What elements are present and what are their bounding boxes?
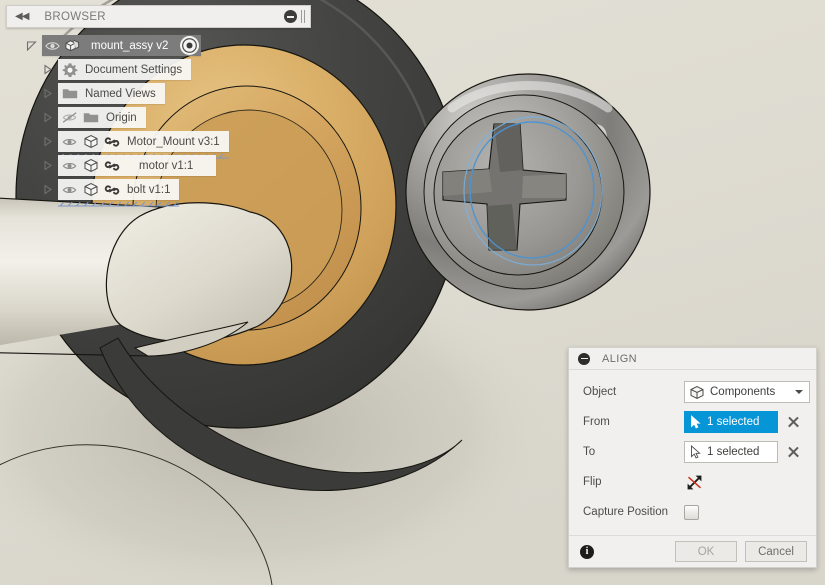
eye-hidden-icon[interactable]	[62, 111, 78, 124]
from-selection-box[interactable]: 1 selected	[684, 411, 778, 433]
label-from: From	[583, 416, 610, 428]
twisty-expanded-icon[interactable]	[20, 40, 42, 51]
object-type-value: Components	[710, 386, 776, 398]
row-from: From 1 selected	[569, 407, 816, 437]
tree-row-mount-assy[interactable]: mount_assy v2	[6, 35, 311, 56]
flip-disabled-icon[interactable]	[684, 472, 704, 492]
browser-title: BROWSER	[44, 10, 106, 23]
grounded-hatch-icon	[58, 194, 180, 207]
align-dialog-body: Object Components From 1 selected To 1 s…	[569, 370, 816, 535]
fusion-360-window: ◀◀ BROWSER mount_assy v2 Document Settin…	[0, 0, 825, 585]
tree-label-named-views: Named Views	[85, 87, 156, 100]
align-dialog: ALIGN Object Components From 1 selected …	[568, 347, 817, 568]
grounded-hatch-icon	[58, 146, 229, 159]
tree-chip-motor-mount[interactable]: Motor_Mount v3:1	[58, 131, 229, 159]
object-type-dropdown[interactable]: Components	[684, 381, 810, 403]
tree-row-named-views[interactable]: Named Views	[6, 83, 311, 104]
twisty-collapsed-icon[interactable]	[36, 88, 58, 99]
to-selection-box[interactable]: 1 selected	[684, 441, 778, 463]
eye-visible-icon[interactable]	[62, 160, 78, 172]
tree-row-origin[interactable]: Origin	[6, 107, 311, 128]
assembly-cube-icon	[64, 38, 81, 53]
twisty-collapsed-icon[interactable]	[36, 184, 58, 195]
row-capture-position: Capture Position	[569, 497, 816, 527]
align-dialog-footer: i OK Cancel	[569, 535, 816, 567]
eye-visible-icon[interactable]	[45, 40, 60, 52]
tree-chip-document-settings[interactable]: Document Settings	[58, 59, 192, 80]
capture-position-checkbox[interactable]	[684, 504, 699, 520]
linked-chain-icon	[104, 159, 120, 173]
folder-icon	[83, 111, 99, 124]
from-selection-value: 1 selected	[707, 416, 760, 428]
minus-circle-icon[interactable]	[284, 10, 297, 23]
twisty-collapsed-icon[interactable]	[36, 112, 58, 123]
cursor-arrow-icon	[690, 445, 702, 459]
bolt-head	[405, 73, 651, 311]
cube-icon	[689, 385, 705, 400]
folder-icon	[62, 87, 78, 100]
to-selection-value: 1 selected	[707, 446, 760, 458]
row-flip: Flip	[569, 467, 816, 497]
tree-label-document-settings: Document Settings	[85, 63, 183, 76]
tree-chip-mount-assy[interactable]: mount_assy v2	[42, 35, 202, 56]
align-dialog-titlebar[interactable]: ALIGN	[569, 348, 816, 370]
tree-chip-motor[interactable]: motor v1:1	[58, 155, 217, 176]
cancel-button[interactable]: Cancel	[745, 541, 807, 562]
label-object: Object	[583, 386, 617, 398]
tree-chip-bolt[interactable]: bolt v1:1	[58, 179, 180, 207]
resize-grip-icon[interactable]	[300, 10, 306, 23]
tree-chip-named-views[interactable]: Named Views	[58, 83, 165, 104]
tree-label-origin: Origin	[106, 111, 137, 124]
x-clear-icon[interactable]	[786, 415, 801, 430]
x-clear-icon[interactable]	[786, 445, 801, 460]
tree-row-motor-mount[interactable]: Motor_Mount v3:1	[6, 131, 311, 159]
tree-label-mount-assy: mount_assy v2	[91, 39, 169, 52]
browser-tree: mount_assy v2 Document Settings Named Vi…	[6, 35, 311, 207]
cursor-arrow-icon	[690, 415, 702, 429]
component-cube-icon	[83, 158, 99, 173]
label-flip: Flip	[583, 476, 602, 488]
tree-row-document-settings[interactable]: Document Settings	[6, 59, 311, 80]
double-left-arrow-icon[interactable]: ◀◀	[13, 11, 30, 22]
twisty-collapsed-icon[interactable]	[36, 160, 58, 171]
browser-panel: ◀◀ BROWSER mount_assy v2 Document Settin…	[6, 5, 311, 207]
tree-label-motor: motor v1:1	[139, 159, 194, 172]
browser-header: ◀◀ BROWSER	[6, 5, 311, 28]
tree-row-motor[interactable]: motor v1:1	[6, 155, 311, 176]
ok-button[interactable]: OK	[675, 541, 737, 562]
gear-icon	[62, 62, 78, 78]
tree-chip-origin[interactable]: Origin	[58, 107, 146, 128]
caret-down-icon[interactable]	[795, 390, 803, 394]
align-dialog-title: ALIGN	[602, 352, 638, 365]
label-capture-position: Capture Position	[583, 506, 669, 518]
row-to: To 1 selected	[569, 437, 816, 467]
activate-radio-icon[interactable]	[180, 36, 200, 55]
label-to: To	[583, 446, 596, 458]
twisty-collapsed-icon[interactable]	[36, 64, 58, 75]
minus-circle-icon[interactable]	[578, 352, 590, 365]
row-object: Object Components	[569, 377, 816, 407]
tree-row-bolt[interactable]: bolt v1:1	[6, 179, 311, 207]
twisty-collapsed-icon[interactable]	[36, 136, 58, 147]
info-icon[interactable]: i	[580, 544, 594, 559]
